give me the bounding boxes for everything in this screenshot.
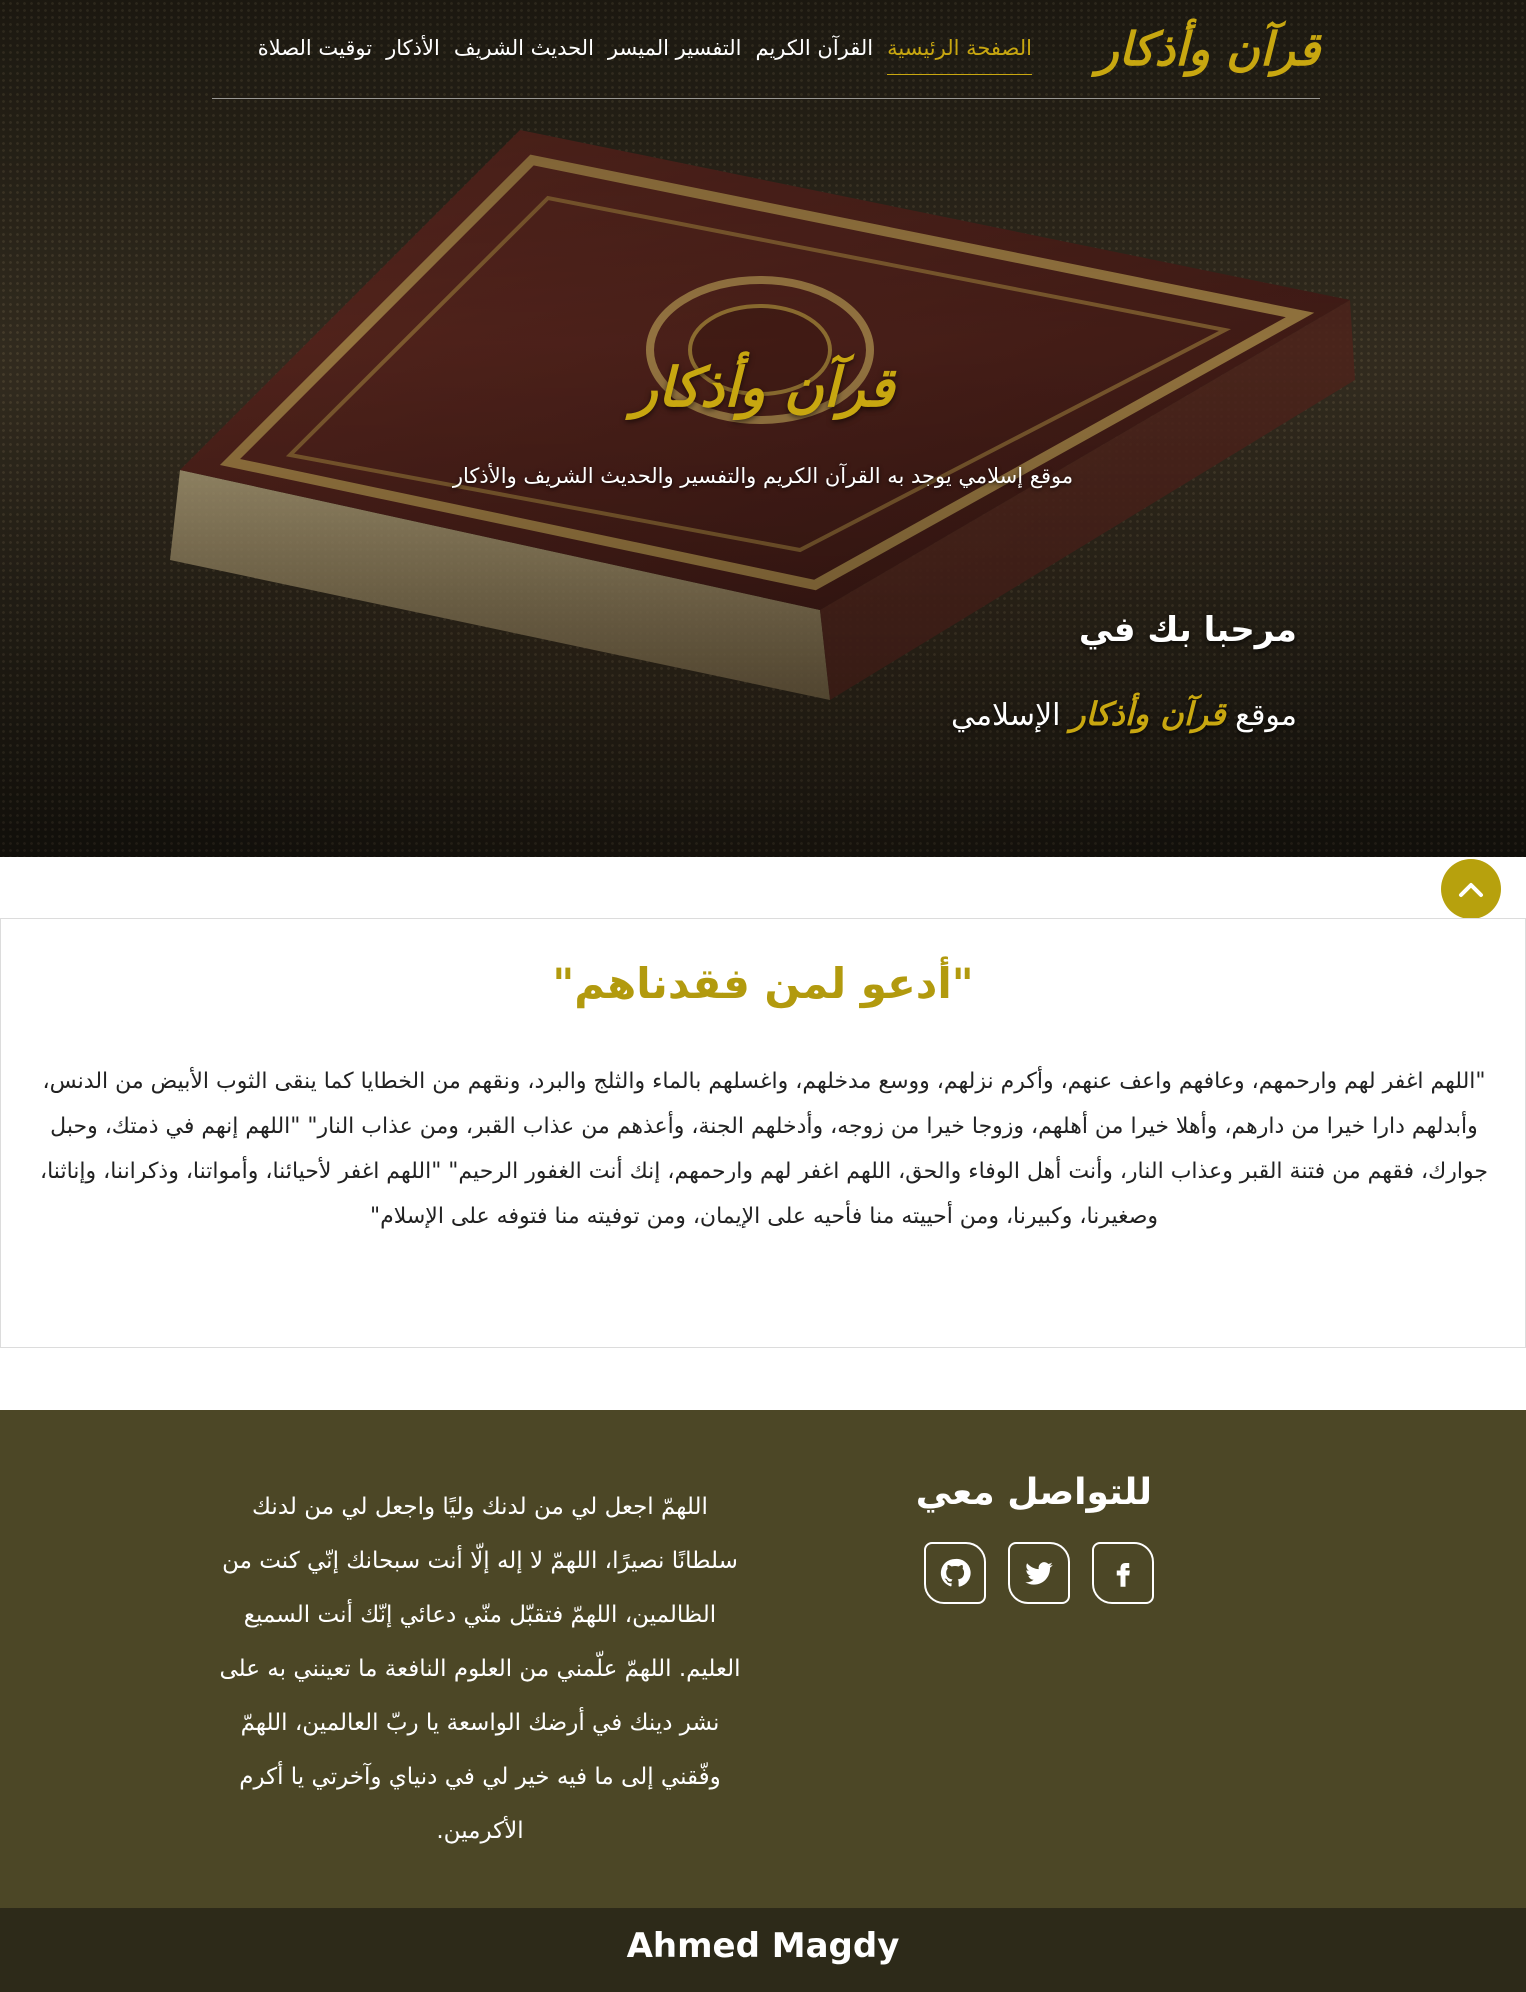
nav-item-adhkar[interactable]: الأذكار: [386, 36, 440, 75]
social-links: [924, 1542, 1154, 1604]
chevron-up-icon: [1459, 883, 1483, 897]
author-name: Ahmed Magdy: [626, 1926, 900, 1966]
welcome-heading: مرحبا بك في: [1078, 610, 1297, 650]
nav-item-hadith[interactable]: الحديث الشريف: [454, 36, 594, 75]
hero-overlay: [0, 0, 1526, 857]
twitter-icon: [1025, 1562, 1053, 1585]
facebook-icon: [1116, 1563, 1130, 1587]
github-icon: [940, 1558, 971, 1587]
site-logo[interactable]: قرآن وأذكار: [1096, 22, 1320, 76]
contact-title: للتواصل معي: [915, 1472, 1152, 1513]
main-menu: الصفحة الرئيسية القرآن الكريم التفسير ال…: [258, 36, 1032, 75]
nav-item-prayer-times[interactable]: توقيت الصلاة: [258, 36, 372, 75]
top-navbar: قرآن وأذكار الصفحة الرئيسية القرآن الكري…: [212, 0, 1320, 99]
twitter-link[interactable]: [1008, 1542, 1070, 1604]
hero-section: قرآن وأذكار الصفحة الرئيسية القرآن الكري…: [0, 0, 1526, 857]
welcome-brand: قرآن وأذكار: [1070, 695, 1226, 733]
scroll-top-button[interactable]: [1441, 859, 1501, 919]
dua-text: "اللهم اغفر لهم وارحمهم، وعافهم واعف عنه…: [40, 1069, 1488, 1229]
welcome-suffix: الإسلامي: [950, 698, 1061, 733]
dua-section: "أدعو لمن فقدناهم" "اللهم اغفر لهم وارحم…: [0, 918, 1526, 1348]
footer-dua-text: اللهمّ اجعل لي من لدنك وليًا واجعل لي من…: [219, 1494, 741, 1844]
nav-item-home[interactable]: الصفحة الرئيسية: [887, 36, 1032, 75]
nav-item-tafsir[interactable]: التفسير الميسر: [608, 36, 742, 75]
nav-item-quran[interactable]: القرآن الكريم: [755, 36, 873, 75]
footer: للتواصل معي اللهمّ اجعل لي من لدنك وليًا…: [0, 1410, 1526, 1908]
welcome-prefix: موقع: [1235, 698, 1297, 733]
welcome-line: موقع قرآن وأذكار الإسلامي: [951, 695, 1297, 733]
hero-subtitle: موقع إسلامي يوجد به القرآن الكريم والتفس…: [452, 464, 1074, 488]
github-link[interactable]: [924, 1542, 986, 1604]
dua-title: "أدعو لمن فقدناهم": [552, 959, 974, 1008]
copyright-bar: Ahmed Magdy: [0, 1908, 1526, 1992]
hero-title: قرآن وأذكار: [631, 355, 895, 419]
facebook-link[interactable]: [1092, 1542, 1154, 1604]
